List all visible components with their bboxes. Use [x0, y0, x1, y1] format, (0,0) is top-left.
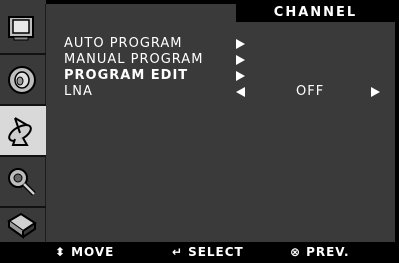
menu-item-label: LNA — [64, 84, 93, 99]
osd-screen: CHANNEL AUTO PROGRAM MANUAL PROGRAM PROG… — [0, 0, 399, 263]
arrow-right-icon — [236, 71, 245, 81]
hint-move-label: MOVE — [71, 245, 115, 259]
hint-select: ↵ SELECT — [172, 242, 244, 263]
picture-icon — [8, 16, 34, 41]
tab-picture[interactable] — [0, 4, 46, 53]
menu-item-label: AUTO PROGRAM — [64, 36, 183, 51]
prev-button-icon: ⊗ — [290, 245, 302, 259]
menu-item-label: PROGRAM EDIT — [64, 68, 189, 83]
arrow-left-icon[interactable] — [236, 87, 245, 97]
arrow-right-icon — [236, 55, 245, 65]
menu-item-label: MANUAL PROGRAM — [64, 52, 204, 67]
hint-select-label: SELECT — [188, 245, 244, 259]
arrow-right-icon[interactable] — [371, 87, 380, 97]
tab-function[interactable] — [0, 208, 46, 242]
key-hint-bar: ⬍ MOVE ↵ SELECT ⊗ PREV. — [0, 242, 399, 263]
menu-category-sidebar — [0, 0, 46, 242]
page-title: CHANNEL — [236, 4, 395, 22]
menu-item-lna[interactable]: LNA OFF — [64, 85, 384, 99]
tab-setup[interactable] — [0, 157, 46, 206]
function-icon — [7, 212, 37, 239]
up-down-icon: ⬍ — [55, 245, 67, 259]
menu-item-manual-program[interactable]: MANUAL PROGRAM — [64, 53, 384, 67]
tab-sound[interactable] — [0, 55, 46, 104]
menu-item-auto-program[interactable]: AUTO PROGRAM — [64, 37, 384, 51]
hint-prev-label: PREV. — [306, 245, 350, 259]
setup-wrench-icon — [8, 168, 36, 196]
tab-channel[interactable] — [0, 106, 46, 155]
menu-item-program-edit[interactable]: PROGRAM EDIT — [64, 69, 384, 83]
channel-antenna-icon — [8, 117, 32, 146]
enter-icon: ↵ — [172, 245, 184, 259]
sound-icon — [8, 66, 36, 94]
lna-value: OFF — [296, 84, 325, 99]
hint-move: ⬍ MOVE — [55, 242, 114, 263]
arrow-right-icon — [236, 39, 245, 49]
hint-prev: ⊗ PREV. — [290, 242, 350, 263]
